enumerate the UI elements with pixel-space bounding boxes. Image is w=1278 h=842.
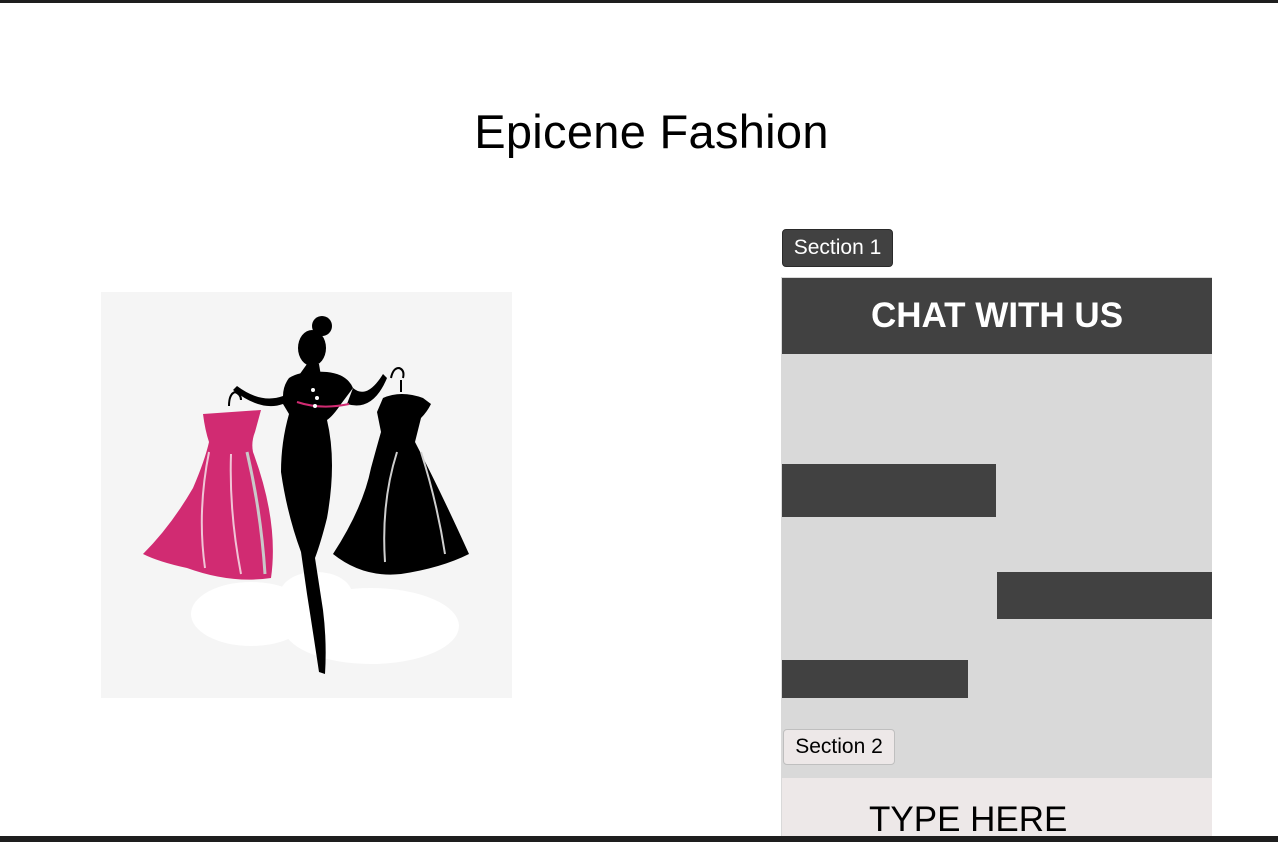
fashion-illustration-icon [101, 292, 512, 698]
section-2-button[interactable]: Section 2 [783, 729, 895, 765]
chat-message-input[interactable] [782, 778, 1212, 842]
hero-image [101, 292, 512, 698]
bottom-border [0, 836, 1278, 842]
page-title: Epicene Fashion [474, 105, 829, 158]
top-border [0, 0, 1278, 3]
chat-message-incoming [782, 464, 996, 517]
chat-header: CHAT WITH US [782, 278, 1212, 354]
section-1-button[interactable]: Section 1 [782, 229, 893, 267]
chat-message-incoming [782, 660, 968, 698]
chat-panel: CHAT WITH US Section 2 [781, 277, 1212, 842]
chat-message-outgoing [997, 572, 1212, 619]
